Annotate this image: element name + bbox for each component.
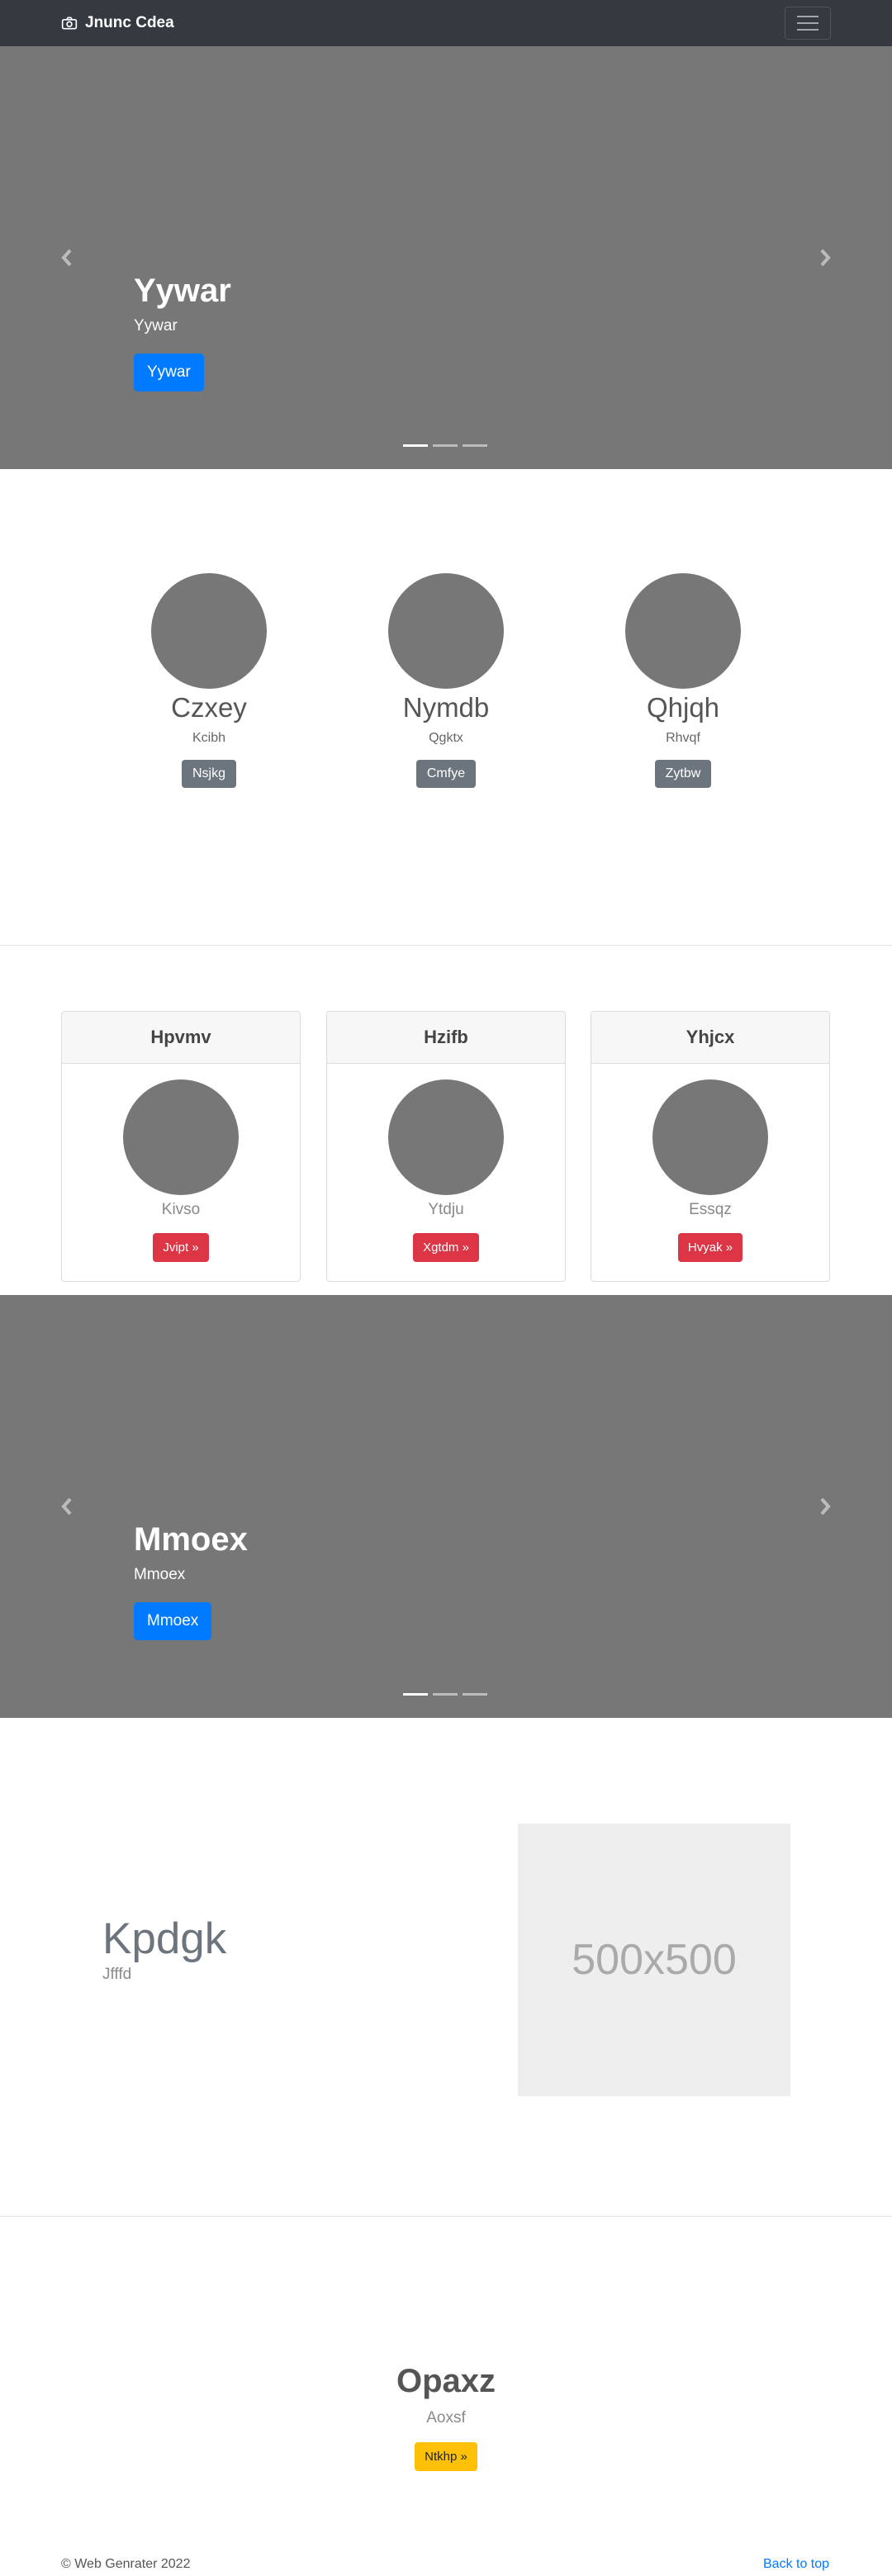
card: Hzifb Ytdju Xgtdm »	[326, 1011, 566, 1282]
carousel-title: Mmoex	[134, 1521, 248, 1558]
marketing-column: Czxey Kcibh Nsjkg	[126, 573, 292, 788]
card-text: Essqz	[689, 1201, 732, 1218]
card: Hpvmv Kivso Jvipt »	[61, 1011, 301, 1282]
column-title: Nymdb	[402, 692, 490, 723]
carousel-indicator[interactable]	[403, 444, 428, 447]
chevron-right-icon	[820, 249, 831, 267]
navbar-toggler-button[interactable]	[785, 7, 831, 40]
chevron-right-icon	[820, 1497, 831, 1516]
hamburger-icon	[797, 16, 818, 17]
carousel-indicator[interactable]	[433, 1693, 458, 1696]
brand-text: Jnunc Cdea	[85, 14, 174, 31]
carousel-indicator[interactable]	[433, 444, 458, 447]
cta-title: Opaxz	[396, 2363, 496, 2399]
marketing-column: Nymdb Qgktx Cmfye	[363, 573, 529, 788]
marketing-column: Qhjqh Rhvqf Zytbw	[600, 573, 766, 788]
card-text: Ytdju	[428, 1201, 464, 1218]
placeholder-circle-image	[123, 1079, 239, 1195]
carousel-prev-button[interactable]	[55, 245, 79, 270]
cta-button[interactable]: Ntkhp »	[415, 2442, 477, 2471]
carousel-indicator[interactable]	[403, 1693, 428, 1696]
section-divider	[0, 2216, 892, 2217]
card-header: Yhjcx	[591, 1012, 829, 1064]
card: Yhjcx Essqz Hvyak »	[591, 1011, 830, 1282]
column-text: Rhvqf	[666, 731, 700, 745]
column-text: Kcibh	[192, 731, 226, 745]
column-button[interactable]: Zytbw	[654, 760, 712, 788]
carousel-text: Mmoex	[134, 1566, 186, 1583]
placeholder-circle-image	[652, 1079, 768, 1195]
footer-copyright: © Web Genrater 2022	[61, 2557, 191, 2571]
carousel-text: Yywar	[134, 317, 178, 334]
card-header: Hzifb	[327, 1012, 565, 1064]
card-text: Kivso	[161, 1201, 201, 1218]
carousel-indicators	[403, 444, 487, 447]
placeholder-circle-image	[388, 1079, 504, 1195]
carousel-title: Yywar	[134, 273, 231, 309]
carousel-cta-button[interactable]: Yywar	[134, 353, 204, 391]
column-button[interactable]: Nsjkg	[181, 760, 236, 788]
placeholder-circle-image	[388, 573, 504, 689]
hero-carousel: Yywar Yywar Yywar	[0, 46, 892, 469]
navbar: Jnunc Cdea	[0, 0, 892, 46]
placeholder-circle-image	[151, 573, 267, 689]
section-divider	[0, 945, 892, 946]
second-carousel: Mmoex Mmoex Mmoex	[0, 1295, 892, 1718]
featurette-lead: Jfffd	[102, 1966, 132, 1983]
carousel-next-button[interactable]	[813, 1494, 837, 1519]
column-title: Czxey	[171, 692, 247, 723]
carousel-indicator[interactable]	[463, 1693, 487, 1696]
camera-icon	[61, 17, 78, 30]
back-to-top-link[interactable]: Back to top	[763, 2557, 829, 2572]
card-header: Hpvmv	[62, 1012, 300, 1064]
placeholder-circle-image	[625, 573, 741, 689]
column-title: Qhjqh	[646, 692, 720, 723]
carousel-prev-button[interactable]	[55, 1494, 79, 1519]
card-button[interactable]: Jvipt »	[153, 1233, 209, 1262]
card-button[interactable]: Hvyak »	[677, 1233, 743, 1262]
chevron-left-icon	[61, 249, 72, 267]
brand-link[interactable]: Jnunc Cdea	[61, 13, 174, 33]
featurette-heading: Kpdgk	[102, 1914, 227, 1963]
featurette-placeholder-image: 500x500	[518, 1824, 790, 2096]
carousel-caption: Yywar Yywar Yywar	[134, 271, 231, 391]
column-text: Qgktx	[429, 731, 463, 745]
placeholder-label: 500x500	[572, 1936, 737, 1984]
call-to-action: Opaxz Aoxsf Ntkhp »	[0, 2361, 892, 2471]
carousel-cta-button[interactable]: Mmoex	[134, 1602, 212, 1640]
featurette-text: Kpdgk Jfffd	[102, 1914, 226, 1984]
column-button[interactable]: Cmfye	[415, 760, 477, 788]
carousel-indicator[interactable]	[463, 444, 487, 447]
carousel-indicators	[403, 1693, 487, 1696]
carousel-next-button[interactable]	[813, 245, 837, 270]
card-button[interactable]: Xgtdm »	[413, 1233, 479, 1262]
cta-text: Aoxsf	[426, 2409, 466, 2427]
carousel-caption: Mmoex Mmoex Mmoex	[134, 1520, 248, 1640]
chevron-left-icon	[61, 1497, 72, 1516]
